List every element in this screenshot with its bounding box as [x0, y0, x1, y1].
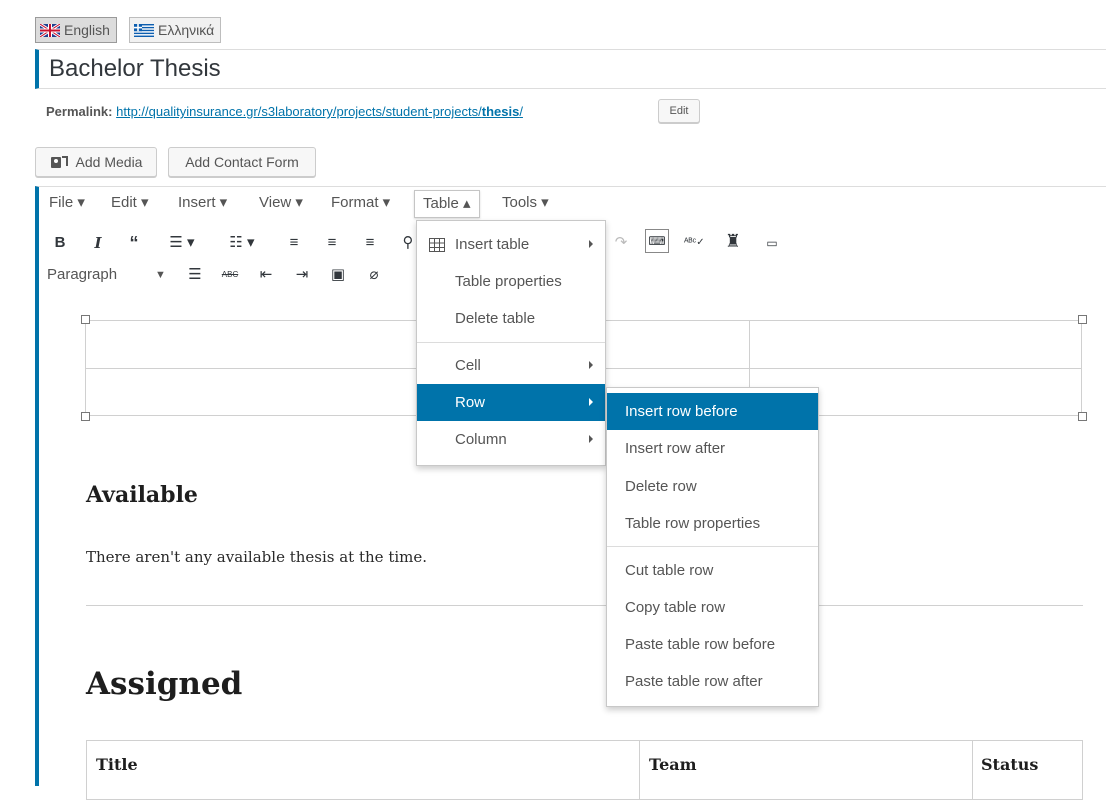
- bullet-list-icon[interactable]: ☰ ▾: [162, 232, 202, 254]
- table-grid-icon: [429, 238, 445, 252]
- link-icon[interactable]: ⚲: [398, 232, 418, 254]
- table-header-title: Title: [96, 755, 138, 774]
- available-text: There aren't any available thesis at the…: [86, 548, 428, 566]
- table-menu: Insert table Table properties Delete tab…: [416, 220, 606, 466]
- row-submenu: Insert row before Insert row after Delet…: [606, 387, 819, 707]
- spellcheck-icon[interactable]: ᴬᴮᶜ✓: [684, 232, 705, 254]
- table-header-status: Status: [981, 755, 1039, 774]
- menu-item-label: Cell: [455, 357, 481, 374]
- language-tab-greek[interactable]: Ελληνικά: [129, 17, 222, 43]
- bold-icon[interactable]: B: [50, 232, 70, 254]
- strikethrough-icon[interactable]: ABC: [220, 264, 240, 286]
- menu-item-cell[interactable]: Cell: [417, 347, 605, 384]
- chevron-right-icon: [589, 240, 593, 248]
- menu-view[interactable]: View ▾: [259, 190, 303, 218]
- menu-item-delete-row[interactable]: Delete row: [607, 468, 818, 505]
- menu-edit[interactable]: Edit ▾: [111, 190, 149, 218]
- chevron-right-icon: [589, 435, 593, 443]
- permalink-label: Permalink:: [46, 104, 113, 119]
- resize-handle[interactable]: [81, 412, 90, 421]
- greece-flag-icon: [134, 23, 154, 37]
- toolbar-toggle-icon[interactable]: ▭: [762, 232, 782, 254]
- permalink-row: Permalink: http://qualityinsurance.gr/s3…: [46, 104, 523, 119]
- chevron-right-icon: [589, 361, 593, 369]
- numbered-list-icon[interactable]: ☷ ▾: [222, 232, 262, 254]
- format-select-value: Paragraph: [47, 266, 118, 283]
- menu-item-table-row-properties[interactable]: Table row properties: [607, 505, 818, 542]
- menu-file[interactable]: File ▾: [49, 190, 85, 218]
- menu-item-copy-table-row[interactable]: Copy table row: [607, 589, 818, 626]
- menu-item-delete-table[interactable]: Delete table: [417, 300, 605, 337]
- redo-icon[interactable]: ↷: [611, 232, 631, 254]
- incognito-icon[interactable]: ♜: [723, 230, 743, 252]
- chevron-down-icon: ▼: [155, 269, 166, 281]
- available-heading: Available: [86, 482, 198, 508]
- permalink-edit-button[interactable]: Edit: [658, 99, 700, 123]
- menu-item-label: Row: [455, 394, 486, 411]
- chevron-right-icon: [589, 398, 593, 406]
- menu-item-insert-row-after[interactable]: Insert row after: [607, 430, 818, 467]
- language-label: Ελληνικά: [158, 22, 215, 38]
- horizontal-rule: [86, 605, 1083, 606]
- menu-format[interactable]: Format ▾: [331, 190, 390, 218]
- align-left-icon[interactable]: ≡: [284, 232, 304, 254]
- italic-icon[interactable]: I: [88, 232, 108, 254]
- paste-text-icon[interactable]: ▣: [328, 264, 348, 286]
- language-tab-english[interactable]: English: [35, 17, 117, 43]
- outdent-icon[interactable]: ⇤: [256, 264, 276, 286]
- align-right-icon[interactable]: ≡: [360, 232, 380, 254]
- add-media-label: Add Media: [75, 154, 143, 170]
- menu-item-row[interactable]: Row: [417, 384, 605, 421]
- menu-item-insert-row-before[interactable]: Insert row before: [607, 393, 818, 430]
- keyboard-icon[interactable]: ⌨: [645, 229, 669, 253]
- menu-item-label: Insert table: [455, 236, 530, 253]
- align-center-icon[interactable]: ≡: [322, 232, 342, 254]
- menu-item-paste-row-before[interactable]: Paste table row before: [607, 626, 818, 663]
- add-media-button[interactable]: Add Media: [35, 147, 157, 177]
- menu-item-table-properties[interactable]: Table properties: [417, 263, 605, 300]
- menu-separator: [417, 342, 605, 343]
- menu-item-label: Column: [455, 431, 507, 448]
- language-label: English: [64, 22, 110, 38]
- format-select[interactable]: Paragraph ▼: [47, 262, 177, 288]
- resize-handle[interactable]: [81, 315, 90, 324]
- clear-formatting-icon[interactable]: ⌀: [364, 264, 384, 286]
- media-icon: [50, 156, 68, 168]
- menu-insert[interactable]: Insert ▾: [178, 190, 227, 218]
- permalink-link[interactable]: http://qualityinsurance.gr/s3laboratory/…: [116, 104, 523, 119]
- resize-handle[interactable]: [1078, 315, 1087, 324]
- indent-icon[interactable]: ⇥: [292, 264, 312, 286]
- menu-item-column[interactable]: Column: [417, 421, 605, 458]
- menu-separator: [607, 546, 818, 547]
- assigned-table[interactable]: Title Team Status: [86, 740, 1083, 800]
- menu-tools[interactable]: Tools ▾: [502, 190, 549, 218]
- assigned-heading: Assigned: [86, 666, 243, 702]
- menu-table[interactable]: Table ▴: [414, 190, 480, 218]
- menu-item-cut-table-row[interactable]: Cut table row: [607, 552, 818, 589]
- menu-item-insert-table[interactable]: Insert table: [417, 226, 605, 263]
- post-title-input[interactable]: Bachelor Thesis: [35, 49, 1106, 89]
- justify-icon[interactable]: ☰: [185, 264, 205, 286]
- uk-flag-icon: [40, 23, 60, 37]
- resize-handle[interactable]: [1078, 412, 1087, 421]
- blockquote-icon[interactable]: “: [124, 232, 144, 254]
- add-contact-form-button[interactable]: Add Contact Form: [168, 147, 316, 177]
- table-header-team: Team: [649, 755, 697, 774]
- menu-item-paste-row-after[interactable]: Paste table row after: [607, 663, 818, 700]
